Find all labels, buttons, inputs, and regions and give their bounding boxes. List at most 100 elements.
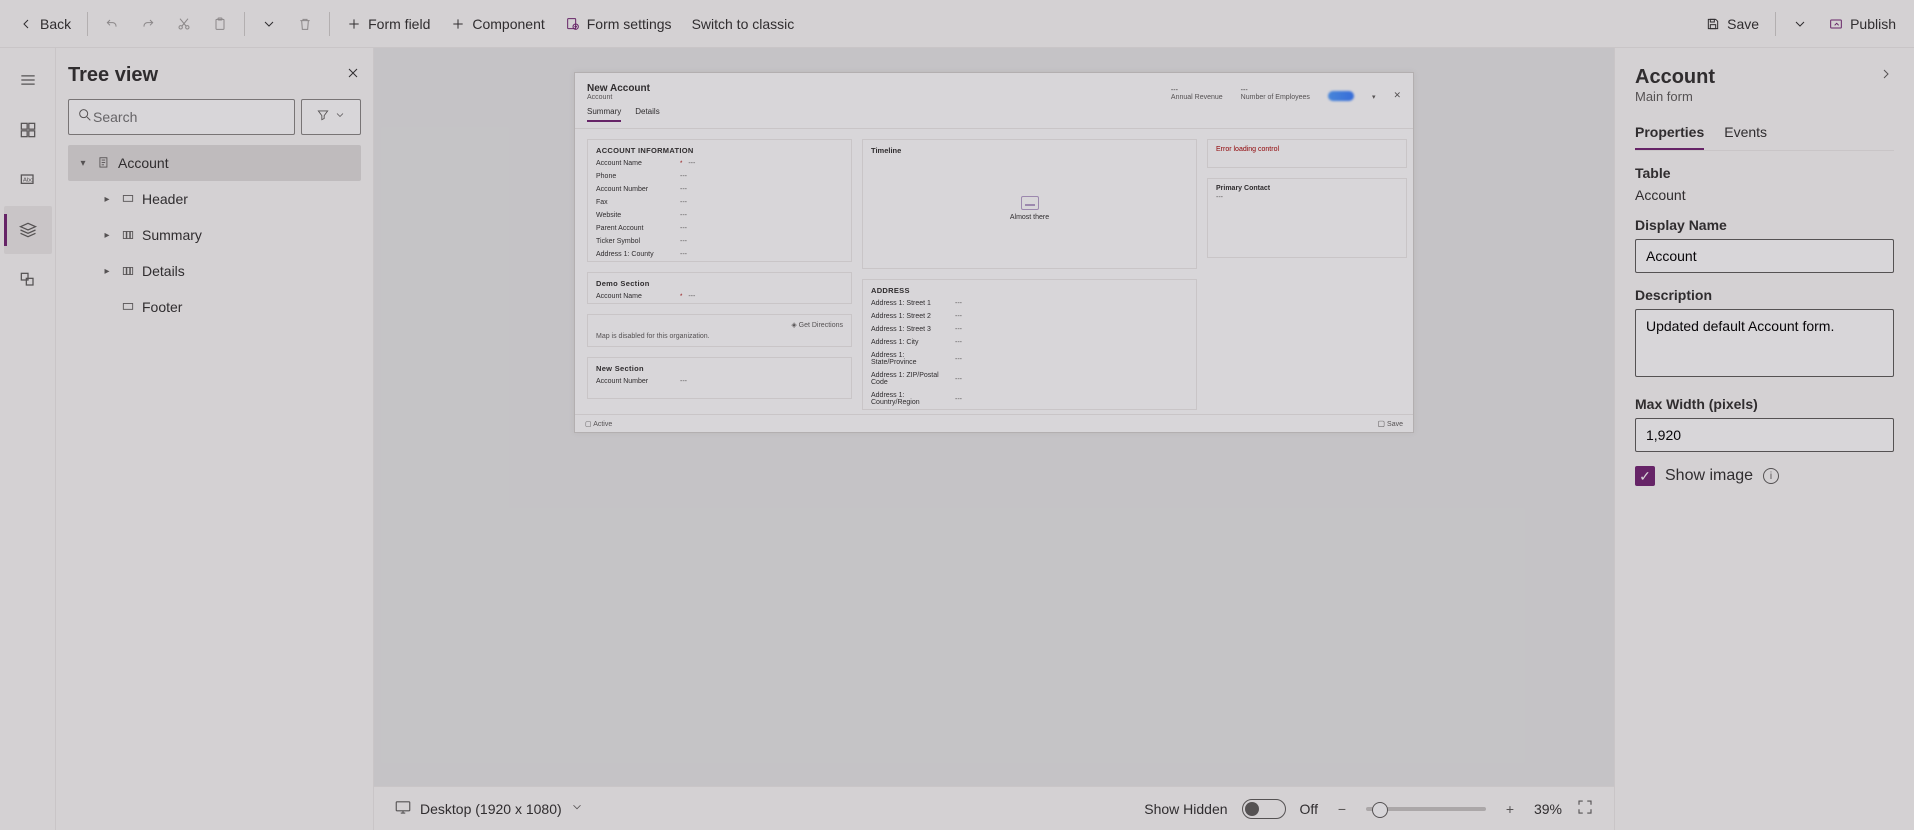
undo-icon	[104, 16, 120, 32]
cut-icon	[176, 16, 192, 32]
filter-button[interactable]	[301, 99, 361, 135]
separator	[329, 12, 330, 36]
top-toolbar: Back Form field Component	[0, 0, 1914, 48]
form-subtitle: Account	[587, 94, 650, 101]
section-map[interactable]: ◈ Get Directions Map is disabled for thi…	[587, 314, 852, 347]
delete-button[interactable]	[287, 10, 323, 38]
search-icon	[77, 107, 93, 128]
paste-button[interactable]	[202, 10, 238, 38]
close-icon[interactable]: ✕	[1393, 90, 1401, 101]
plus-icon	[450, 16, 466, 32]
form-preview[interactable]: New Account Account ---Annual Revenue --…	[574, 72, 1414, 433]
switch-classic-label: Switch to classic	[692, 16, 795, 32]
trash-icon	[297, 16, 313, 32]
zoom-slider[interactable]	[1366, 807, 1486, 811]
chevron-right-icon: ▸	[100, 266, 114, 277]
form-field-button[interactable]: Form field	[336, 10, 440, 38]
form-settings-label: Form settings	[587, 16, 672, 32]
component-button[interactable]: Component	[440, 10, 554, 38]
undo-button[interactable]	[94, 10, 130, 38]
tree-node-label: Header	[142, 191, 188, 207]
section-primary-contact[interactable]: Primary Contact ---	[1207, 178, 1407, 258]
collapse-panel-button[interactable]	[1878, 66, 1894, 87]
viewport-selector[interactable]: Desktop (1920 x 1080)	[394, 798, 584, 819]
publish-label: Publish	[1850, 16, 1896, 32]
properties-panel: Account Main form Properties Events Tabl…	[1614, 48, 1914, 830]
show-image-checkbox[interactable]: ✓	[1635, 466, 1655, 486]
close-tree-button[interactable]	[345, 65, 361, 86]
fit-to-screen-button[interactable]	[1576, 798, 1594, 819]
status-bar: Desktop (1920 x 1080) Show Hidden Off − …	[374, 786, 1614, 830]
form-field-label: Form field	[368, 16, 430, 32]
plus-icon	[346, 16, 362, 32]
search-input[interactable]	[93, 109, 286, 125]
tab-events[interactable]: Events	[1724, 118, 1767, 150]
max-width-input[interactable]	[1635, 418, 1894, 452]
footer-icon	[120, 300, 136, 314]
section-account-info[interactable]: ACCOUNT INFORMATION Account Name*--- Pho…	[587, 139, 852, 262]
zoom-out-button[interactable]: −	[1332, 801, 1352, 817]
tree-node-details[interactable]: ▸ Details	[92, 253, 361, 289]
components-rail-button[interactable]	[4, 106, 52, 154]
separator	[1775, 12, 1776, 36]
back-label: Back	[40, 16, 71, 32]
section-new[interactable]: New Section Account Number---	[587, 357, 852, 399]
form-settings-button[interactable]: Form settings	[555, 10, 682, 38]
section-address[interactable]: ADDRESS Address 1: Street 1--- Address 1…	[862, 279, 1197, 410]
tree-node-summary[interactable]: ▸ Summary	[92, 217, 361, 253]
table-value: Account	[1635, 187, 1894, 203]
chevron-down-icon: ▾	[76, 158, 90, 169]
owner-pill	[1328, 91, 1354, 101]
tree-node-label: Account	[118, 155, 169, 171]
back-button[interactable]: Back	[8, 10, 81, 38]
section-timeline[interactable]: Timeline Almost there	[862, 139, 1197, 269]
section-demo[interactable]: Demo Section Account Name*---	[587, 272, 852, 304]
description-label: Description	[1635, 287, 1894, 303]
tree-node-header[interactable]: ▸ Header	[92, 181, 361, 217]
desktop-icon	[394, 798, 412, 819]
chevron-down-icon	[334, 108, 346, 126]
props-title: Account	[1635, 66, 1715, 89]
form-settings-icon	[565, 16, 581, 32]
hamburger-button[interactable]	[4, 56, 52, 104]
show-hidden-toggle[interactable]	[1242, 799, 1286, 819]
fields-rail-button[interactable]: Abc	[4, 156, 52, 204]
save-label: Save	[1727, 16, 1759, 32]
tree-view-rail-button[interactable]	[4, 206, 52, 254]
chevron-down-icon[interactable]: ▾	[1372, 93, 1376, 101]
tree-node-label: Footer	[142, 299, 182, 315]
separator	[244, 12, 245, 36]
save-dropdown[interactable]	[1782, 10, 1818, 38]
zoom-level: 39%	[1534, 801, 1562, 817]
tree-node-footer[interactable]: Footer	[92, 289, 361, 325]
save-button[interactable]: Save	[1695, 10, 1769, 38]
info-icon[interactable]: i	[1763, 468, 1779, 484]
tab-properties[interactable]: Properties	[1635, 118, 1704, 150]
zoom-in-button[interactable]: +	[1500, 801, 1520, 817]
form-title: New Account	[587, 83, 650, 94]
search-box[interactable]	[68, 99, 295, 135]
redo-button[interactable]	[130, 10, 166, 38]
tree: ▾ Account ▸ Header ▸ Summary	[68, 145, 361, 325]
description-input[interactable]	[1635, 309, 1894, 377]
chevron-down-icon	[1792, 16, 1808, 32]
publish-button[interactable]: Publish	[1818, 10, 1906, 38]
viewport-label: Desktop (1920 x 1080)	[420, 801, 562, 817]
section-error[interactable]: Error loading control	[1207, 139, 1407, 168]
switch-classic-button[interactable]: Switch to classic	[682, 10, 805, 38]
tab-details[interactable]: Details	[635, 107, 659, 122]
filter-icon	[316, 108, 330, 127]
max-width-label: Max Width (pixels)	[1635, 396, 1894, 412]
tree-node-account[interactable]: ▾ Account	[68, 145, 361, 181]
tree-title: Tree view	[68, 64, 158, 87]
chevron-dropdown[interactable]	[251, 10, 287, 38]
paste-icon	[212, 16, 228, 32]
form-libraries-rail-button[interactable]	[4, 256, 52, 304]
cut-button[interactable]	[166, 10, 202, 38]
chevron-down-icon	[570, 800, 584, 817]
separator	[87, 12, 88, 36]
tab-summary[interactable]: Summary	[587, 107, 621, 122]
publish-icon	[1828, 16, 1844, 32]
display-name-input[interactable]	[1635, 239, 1894, 273]
redo-icon	[140, 16, 156, 32]
